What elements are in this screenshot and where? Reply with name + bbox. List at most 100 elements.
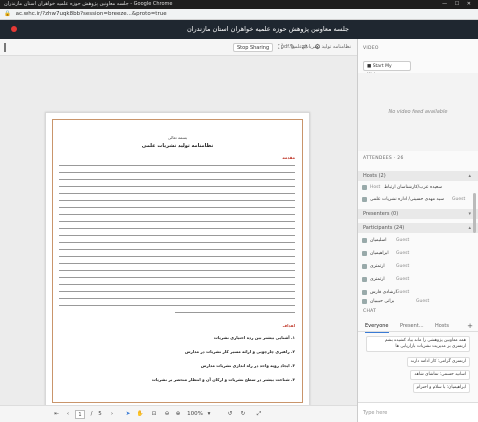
- text-line: [175, 312, 295, 313]
- attendees-title: ATTENDEES: [363, 156, 393, 161]
- goal-item: ۲. راهبری چارچوبی و ارائه مسیر کار نشریا…: [184, 349, 295, 354]
- member-item[interactable]: Host سعیده عرب/کارشناسان ارتباط: [358, 182, 478, 193]
- member-role: Guest: [396, 277, 410, 282]
- text-line: [59, 228, 295, 229]
- member-role: Guest: [396, 238, 410, 243]
- slide-title: نظامنامه تولید نشریات علمی: [141, 143, 214, 149]
- text-line: [59, 186, 295, 187]
- group-hosts[interactable]: Hosts (2) ▴: [358, 171, 478, 181]
- slide-header: بسمه تعالی: [167, 135, 188, 140]
- zoom-dropdown-icon[interactable]: ▾: [206, 406, 212, 422]
- rotate-right-icon[interactable]: ↻: [239, 406, 247, 422]
- stop-sharing-button[interactable]: Stop Sharing: [233, 43, 274, 52]
- participant-icon: [362, 264, 367, 269]
- text-line: [59, 165, 295, 166]
- chat-message: ابراهیمیان: با سلام و احترام: [412, 383, 470, 393]
- prev-page-icon[interactable]: ‹: [64, 406, 72, 422]
- text-line: [59, 284, 295, 285]
- group-presenters[interactable]: Presenters (0) ▾: [358, 209, 478, 219]
- text-line: [59, 221, 295, 222]
- meeting-top-bar: جلسه معاونین پژوهش حوزه علمیه خواهران اس…: [0, 20, 357, 39]
- chevron-down-icon: ▾: [468, 211, 471, 217]
- member-role: Guest: [396, 264, 410, 269]
- tab-presenters[interactable]: Present...: [400, 320, 424, 332]
- member-item[interactable]: براتی حبیبیان Guest: [358, 296, 478, 307]
- pointer-icon[interactable]: ➤: [124, 406, 132, 422]
- browser-title: جلسه معاونین پژوهش حوزه علمیه خواهران اس…: [4, 1, 173, 7]
- member-item[interactable]: ابراهیمیان Guest: [358, 248, 478, 259]
- participant-icon: [362, 299, 367, 304]
- chat-input[interactable]: Type here: [358, 402, 478, 422]
- group-label: Presenters: [363, 211, 390, 217]
- meeting-title: جلسه معاونین پژوهش حوزه علمیه خواهران اس…: [186, 25, 349, 33]
- text-line: [59, 200, 295, 201]
- member-item[interactable]: سید مهدی حسینی/ اداره نشریات علمی Guest: [358, 194, 478, 205]
- host-icon: [362, 197, 367, 202]
- collapse-icon[interactable]: [4, 43, 13, 52]
- slide-frame: [52, 119, 303, 403]
- member-item[interactable]: اسلیمیان Guest: [358, 235, 478, 246]
- member-name: ارتمتری: [370, 277, 385, 282]
- fit-page-icon[interactable]: ⊡: [150, 406, 158, 422]
- start-webcam-button[interactable]: ■ Start My Webcam: [363, 61, 411, 78]
- goal-item: ۴. شناخت بیشتر در سطح نشریات و ارکان آن …: [151, 377, 295, 382]
- zoom-in-icon[interactable]: ⊕: [174, 406, 182, 422]
- host-icon: [362, 185, 367, 190]
- member-name: براتی حبیبیان: [370, 299, 395, 304]
- participant-icon: [362, 251, 367, 256]
- text-line: [59, 172, 295, 173]
- first-page-icon[interactable]: ⇤: [52, 406, 61, 422]
- text-line: [59, 214, 295, 215]
- member-name: سعیده عرب/کارشناسان ارتباط: [384, 185, 442, 190]
- text-line: [59, 270, 295, 271]
- video-area: No video feed available: [358, 73, 478, 151]
- member-item[interactable]: ارتمتری Guest: [358, 274, 478, 285]
- panel-scrollbar[interactable]: [473, 193, 476, 233]
- presentation-bottom-bar: ⇤ ‹ 1 / 5 › ➤ ✋ ⊡ ⊖ ⊕ 100% ▾ ↺ ↻ ⤢: [0, 405, 357, 422]
- document-name: نظامنامه تولید نشریات علمی.pdf: [280, 44, 351, 50]
- member-name: ابراهیمیان: [370, 251, 389, 256]
- chat-message: ارتمتری گرامی: کار ادامه دارند: [406, 357, 470, 367]
- slide-section-intro: مقدمه: [282, 155, 295, 160]
- goal-item: ۱. آشنایی بیشتر بین رده اختیاری نشریات: [213, 335, 295, 340]
- member-role: Guest: [452, 197, 466, 202]
- attendees-heading: ATTENDEES · 26: [363, 156, 404, 161]
- browser-title-bar: جلسه معاونین پژوهش حوزه علمیه خواهران اس…: [0, 0, 478, 9]
- url-text[interactable]: ac.whc.ir/?zhw7uqk8bb?session=breeze...&…: [16, 11, 167, 17]
- goal-item: ۳. ایجاد رویه واحد در راه اندازی نشریات …: [200, 363, 295, 368]
- text-line: [59, 193, 295, 194]
- text-line: [59, 298, 295, 299]
- text-line: [59, 256, 295, 257]
- participant-icon: [362, 238, 367, 243]
- expand-icon[interactable]: ⤢: [255, 406, 263, 422]
- member-item[interactable]: ارتمتری Guest: [358, 261, 478, 272]
- hand-icon[interactable]: ✋: [136, 406, 144, 422]
- zoom-out-icon[interactable]: ⊖: [163, 406, 171, 422]
- text-line: [59, 249, 295, 250]
- participant-icon: [362, 290, 367, 295]
- record-icon[interactable]: [11, 26, 17, 32]
- zoom-level[interactable]: 100%: [186, 406, 204, 422]
- group-label: Hosts: [363, 173, 377, 179]
- text-line: [59, 207, 295, 208]
- url-bar[interactable]: 🔒 ac.whc.ir/?zhw7uqk8bb?session=breeze..…: [0, 9, 478, 20]
- group-label: Participants: [363, 225, 393, 231]
- meeting-top-bar-right: [357, 20, 478, 39]
- next-page-icon[interactable]: ›: [108, 406, 116, 422]
- presentation-area: بسمه تعالی نظامنامه تولید نشریات علمی مق…: [0, 56, 357, 410]
- page-separator: /: [90, 411, 93, 417]
- chat-heading: CHAT: [363, 309, 377, 314]
- tab-everyone[interactable]: Everyone: [365, 320, 389, 333]
- group-participants[interactable]: Participants (24) ▴: [358, 223, 478, 233]
- window-controls[interactable]: — ☐ ✕: [442, 0, 474, 9]
- member-role: Guest: [416, 299, 430, 304]
- right-panel: VIDEO ■ Start My Webcam No video feed av…: [358, 39, 478, 422]
- member-role: Host: [370, 185, 381, 190]
- rotate-left-icon[interactable]: ↺: [226, 406, 234, 422]
- tab-hosts[interactable]: Hosts: [435, 320, 449, 332]
- text-line: [59, 277, 295, 278]
- page-input[interactable]: 1: [75, 410, 85, 419]
- presentation-toolbar: Stop Sharing ⛶ ✎ ⇄ ⚙ نظامنامه تولید نشری…: [0, 39, 357, 56]
- add-chat-icon[interactable]: +: [467, 320, 473, 332]
- page-total: 5: [98, 411, 102, 417]
